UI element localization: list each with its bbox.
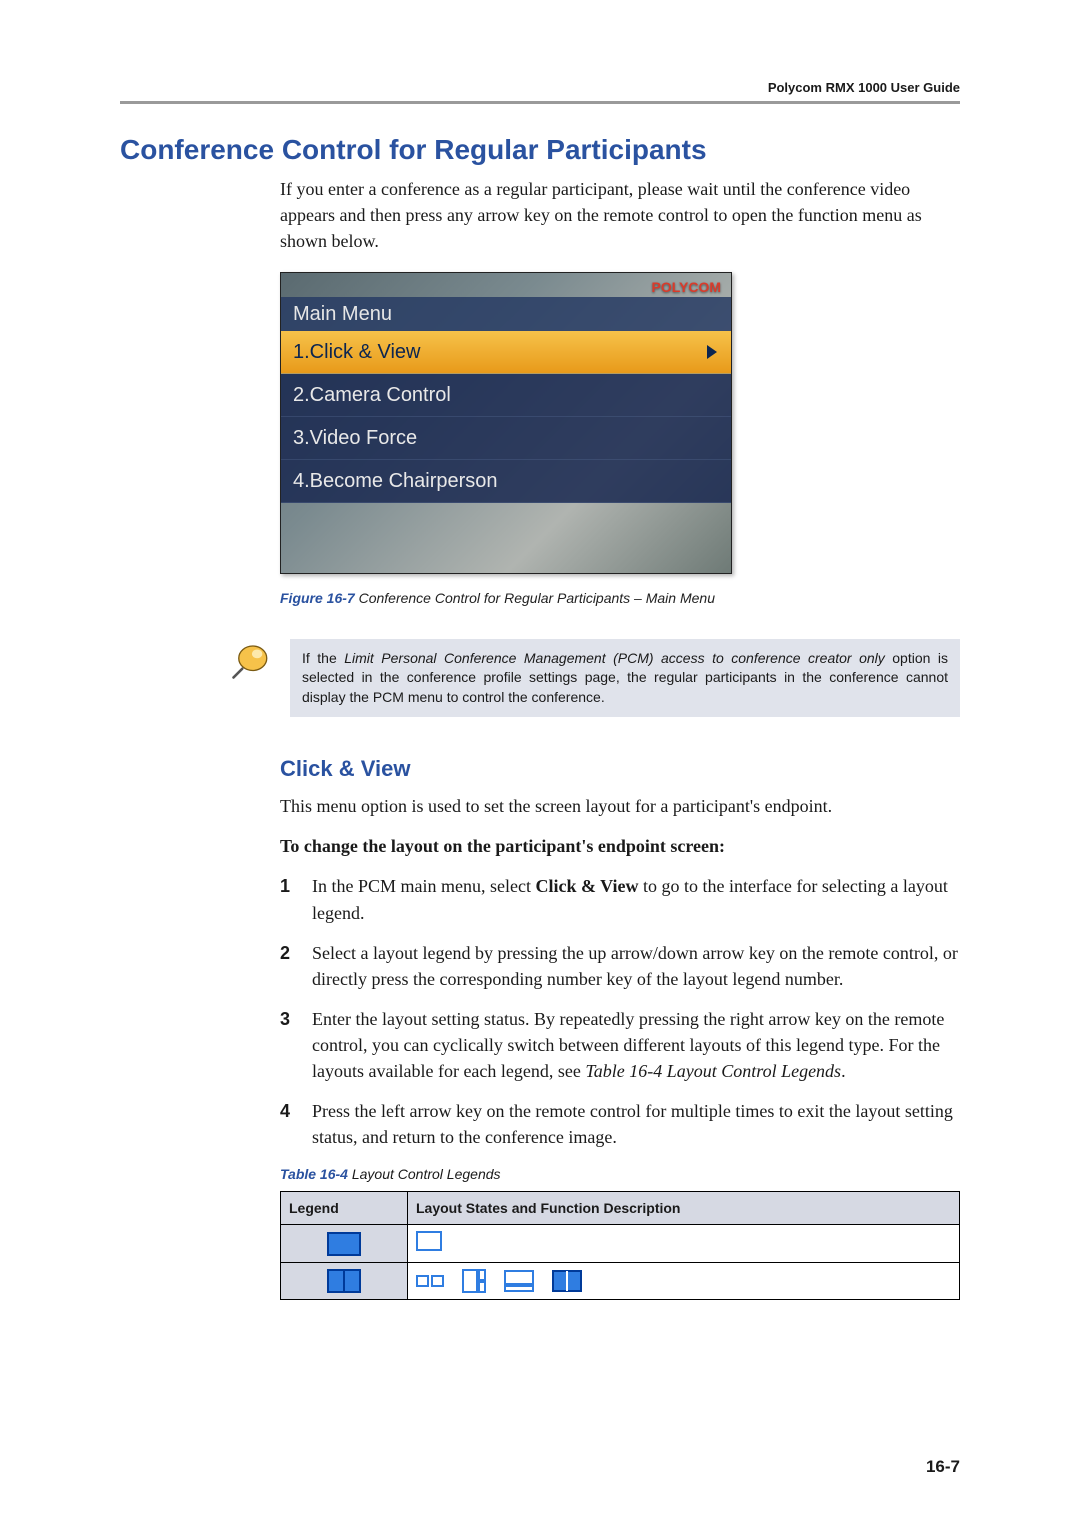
table-row <box>281 1263 960 1300</box>
step-number: 3 <box>280 1006 312 1084</box>
table-row <box>281 1224 960 1262</box>
shot-item-label: 2.Camera Control <box>293 374 451 416</box>
table-caption: Table 16-4 Layout Control Legends <box>280 1164 960 1184</box>
states-cell <box>408 1263 960 1300</box>
step-text: Select a layout legend by pressing the u… <box>312 940 960 992</box>
step-text: In the PCM main menu, select Click & Vie… <box>312 873 960 925</box>
shot-menu-item: 3.Video Force <box>281 417 731 460</box>
shot-menu-item: 1.Click & View <box>281 331 731 374</box>
table-label: Table 16-4 <box>280 1166 348 1182</box>
layout-state-single-icon <box>416 1231 442 1251</box>
note-text: If the <box>302 650 344 666</box>
intro-paragraph: If you enter a conference as a regular p… <box>280 176 960 254</box>
legend-cell <box>281 1224 408 1262</box>
note-box: If the Limit Personal Conference Managem… <box>290 639 960 718</box>
list-item: 1 In the PCM main menu, select Click & V… <box>280 873 960 925</box>
layout-state-icon <box>552 1270 582 1292</box>
main-menu-screenshot: POLYCOM Main Menu 1.Click & View 2.Camer… <box>280 272 732 574</box>
shot-item-label: 4.Become Chairperson <box>293 460 498 502</box>
shot-menu-item: 4.Become Chairperson <box>281 460 731 503</box>
list-item: 4 Press the left arrow key on the remote… <box>280 1098 960 1150</box>
figure-caption: Figure 16-7 Conference Control for Regul… <box>280 588 960 608</box>
layout-state-icon <box>416 1271 444 1291</box>
table-header: Legend <box>281 1191 408 1224</box>
shot-menu-item: 2.Camera Control <box>281 374 731 417</box>
play-arrow-icon <box>707 345 717 359</box>
step-text: Press the left arrow key on the remote c… <box>312 1098 960 1150</box>
figure-text: Conference Control for Regular Participa… <box>355 590 715 606</box>
top-rule <box>120 101 960 104</box>
figure-label: Figure 16-7 <box>280 590 355 606</box>
running-head: Polycom RMX 1000 User Guide <box>120 80 960 95</box>
states-cell <box>408 1224 960 1262</box>
note-row: If the Limit Personal Conference Managem… <box>120 639 960 718</box>
page-title: Conference Control for Regular Participa… <box>120 134 960 166</box>
subsection-intro: This menu option is used to set the scre… <box>280 793 960 819</box>
shot-item-label: 1.Click & View <box>293 331 420 373</box>
legend-split-icon <box>327 1269 361 1293</box>
note-option-name: Limit Personal Conference Management (PC… <box>344 650 885 666</box>
list-item: 3 Enter the layout setting status. By re… <box>280 1006 960 1084</box>
step-number: 1 <box>280 873 312 925</box>
step-number: 4 <box>280 1098 312 1150</box>
layout-legends-table: Legend Layout States and Function Descri… <box>280 1191 960 1301</box>
legend-single-icon <box>327 1232 361 1256</box>
polycom-logo: POLYCOM <box>652 277 722 297</box>
shot-item-label: 3.Video Force <box>293 417 417 459</box>
subsection-title: Click & View <box>280 753 960 785</box>
procedure-heading: To change the layout on the participant'… <box>280 833 960 859</box>
note-pin-icon <box>230 639 272 681</box>
list-item: 2 Select a layout legend by pressing the… <box>280 940 960 992</box>
step-text: Enter the layout setting status. By repe… <box>312 1006 960 1084</box>
legend-cell <box>281 1263 408 1300</box>
shot-menu-title: Main Menu <box>281 297 731 331</box>
layout-state-icon <box>462 1269 486 1293</box>
table-header: Layout States and Function Description <box>408 1191 960 1224</box>
step-number: 2 <box>280 940 312 992</box>
table-caption-text: Layout Control Legends <box>348 1166 501 1182</box>
layout-state-icon <box>504 1270 534 1292</box>
page-number: 16-7 <box>926 1457 960 1477</box>
